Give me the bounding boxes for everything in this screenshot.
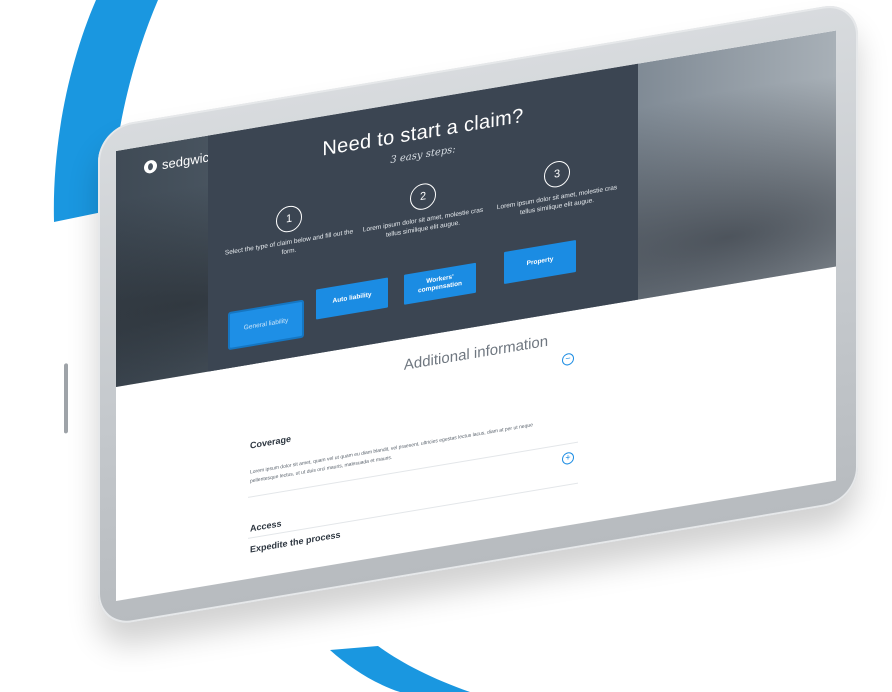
step-number-badge: 3	[544, 159, 570, 190]
sedgwick-logo-icon	[144, 159, 157, 175]
workers-compensation-button[interactable]: Workers' compensation	[404, 262, 476, 305]
collapse-icon[interactable]: −	[562, 352, 574, 367]
auto-liability-button[interactable]: Auto liability	[316, 277, 388, 320]
step-1: 1 Select the type of claim below and fil…	[224, 195, 354, 267]
step-3: 3 Lorem ipsum dolor sit amet, molestie c…	[492, 150, 622, 222]
property-button[interactable]: Property	[504, 240, 576, 285]
step-number-badge: 2	[410, 181, 436, 212]
expand-icon[interactable]: +	[562, 451, 574, 466]
tablet-side-button	[64, 363, 68, 434]
accordion-header[interactable]: Coverage	[250, 434, 291, 451]
tablet-device: sedgwick Need to start a claim? 3 easy s…	[64, 0, 858, 628]
accordion-header[interactable]: Access	[250, 518, 282, 533]
step-2: 2 Lorem ipsum dolor sit amet, molestie c…	[358, 173, 488, 245]
step-number-badge: 1	[276, 203, 302, 235]
general-liability-button[interactable]: General liability	[230, 301, 302, 348]
step-description: Lorem ipsum dolor sit amet, molestie cra…	[362, 206, 484, 239]
step-description: Lorem ipsum dolor sit amet, molestie cra…	[496, 184, 618, 217]
step-description: Select the type of claim below and fill …	[224, 228, 354, 257]
